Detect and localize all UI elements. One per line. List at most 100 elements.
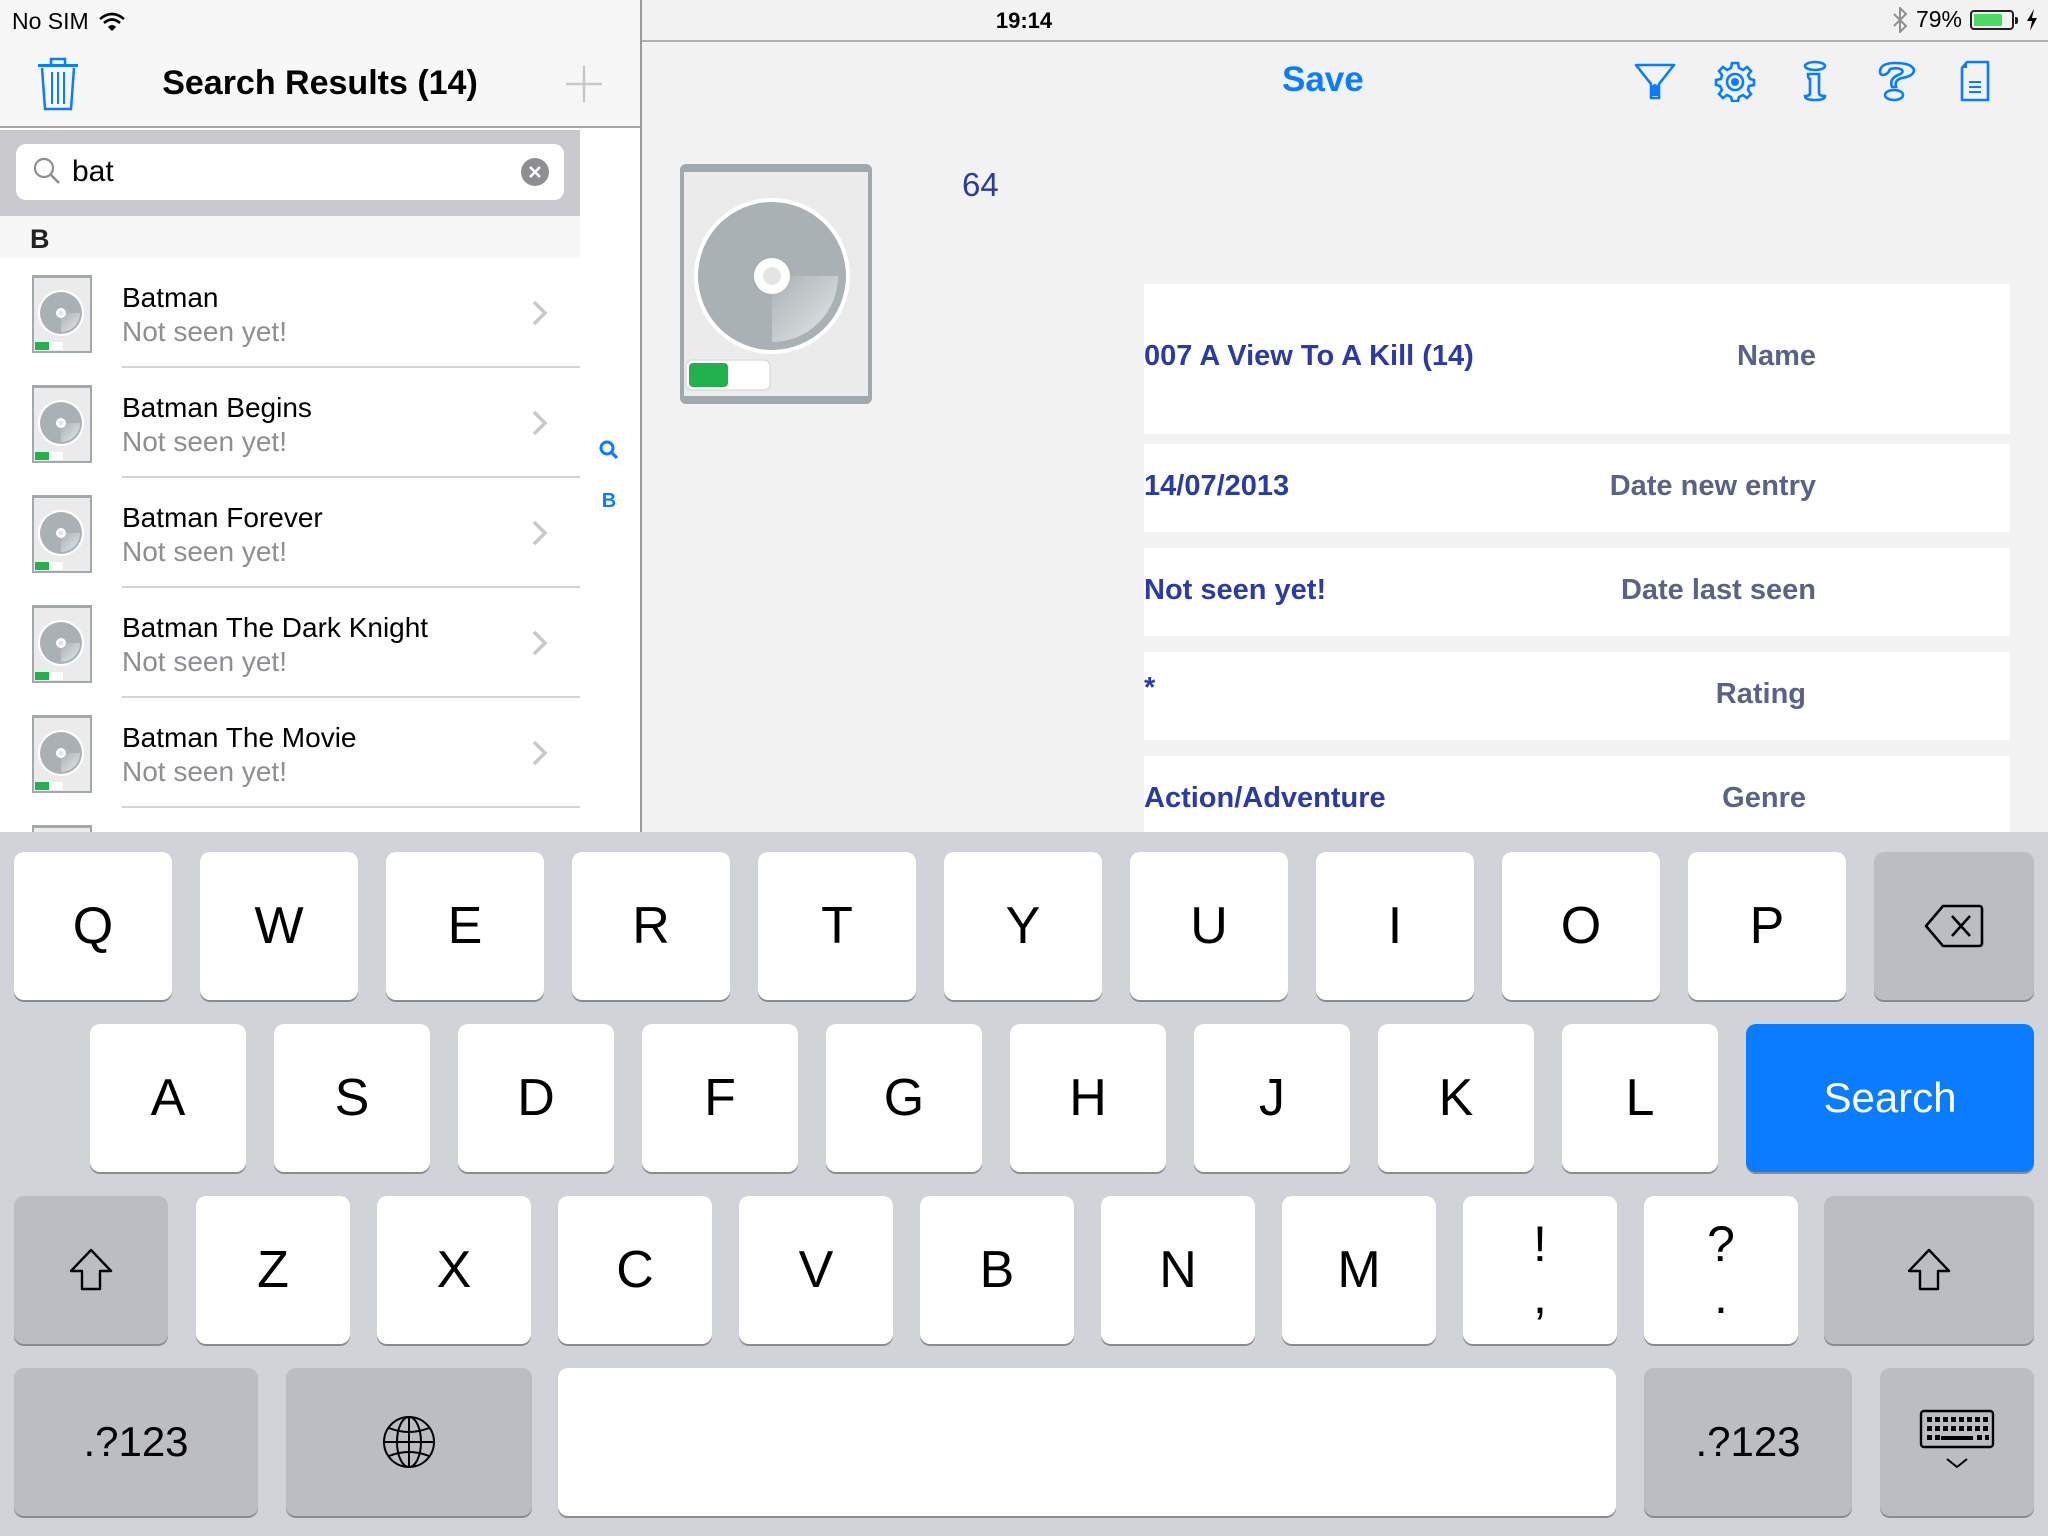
- key-top-char: !: [1533, 1216, 1547, 1272]
- info-button[interactable]: [1792, 58, 1838, 104]
- key-a[interactable]: A: [90, 1024, 246, 1172]
- index-letter-b[interactable]: B: [592, 490, 626, 540]
- key-r[interactable]: R: [572, 852, 730, 1000]
- key-x[interactable]: X: [377, 1196, 531, 1344]
- bluetooth-icon: [1893, 6, 1908, 33]
- key-z[interactable]: Z: [196, 1196, 350, 1344]
- disc-thumbnail-icon: [32, 715, 92, 793]
- key-m[interactable]: M: [1282, 1196, 1436, 1344]
- key-i[interactable]: I: [1316, 852, 1474, 1000]
- chevron-right-icon: [532, 300, 548, 326]
- list-item[interactable]: Batman Not seen yet!: [0, 258, 580, 368]
- field-value: Not seen yet!: [1144, 574, 1327, 606]
- shift-key-left[interactable]: [14, 1196, 168, 1344]
- search-input[interactable]: [72, 148, 512, 196]
- detail-toolbar: [1632, 58, 1998, 104]
- filter-button[interactable]: [1632, 58, 1678, 104]
- backspace-icon: [1924, 904, 1984, 948]
- key-u[interactable]: U: [1130, 852, 1288, 1000]
- list-item-subtitle: Not seen yet!: [122, 426, 287, 457]
- key-b[interactable]: B: [920, 1196, 1074, 1344]
- ipad-screen: Search Results (14) bat B Batman Not see…: [0, 0, 2048, 1536]
- key-l[interactable]: L: [1562, 1024, 1718, 1172]
- key-top-char: ?: [1707, 1216, 1735, 1272]
- battery-icon: [1970, 9, 2018, 30]
- field-label: Date new entry: [1609, 470, 1816, 502]
- clear-icon: [529, 166, 541, 178]
- clear-search-button[interactable]: [521, 158, 549, 186]
- list-item-title: Batman The Dark Knight: [122, 612, 429, 643]
- list-item[interactable]: Batman The Movie Not seen yet!: [0, 698, 580, 808]
- settings-button[interactable]: [1712, 58, 1758, 104]
- chevron-right-icon: [532, 740, 548, 766]
- search-icon: [33, 157, 60, 184]
- key-n[interactable]: N: [1101, 1196, 1255, 1344]
- disc-thumbnail-icon: [32, 605, 92, 683]
- shift-icon: [1907, 1248, 1951, 1291]
- space-key[interactable]: [558, 1368, 1616, 1516]
- globe-key[interactable]: [286, 1368, 532, 1516]
- document-icon: [1960, 60, 1990, 102]
- info-icon: [1803, 60, 1827, 102]
- list-item[interactable]: Batman Begins Not seen yet!: [0, 368, 580, 478]
- search-icon: [599, 440, 619, 460]
- results-list: Batman Not seen yet! Batman Begins Not s…: [0, 258, 580, 918]
- key-o[interactable]: O: [1502, 852, 1660, 1000]
- field-value: 14/07/2013: [1144, 470, 1290, 502]
- cover-image[interactable]: [680, 164, 872, 404]
- key-exclaim-comma[interactable]: ! ,: [1463, 1196, 1617, 1344]
- search-bar: [0, 130, 580, 216]
- charging-bolt-icon: [2027, 8, 2037, 31]
- list-item[interactable]: Batman The Dark Knight Not seen yet!: [0, 588, 580, 698]
- key-j[interactable]: J: [1194, 1024, 1350, 1172]
- document-button[interactable]: [1952, 58, 1998, 104]
- search-field-container: [16, 144, 564, 200]
- section-header: B: [0, 216, 580, 258]
- key-bottom-char: ,: [1533, 1268, 1547, 1324]
- key-y[interactable]: Y: [944, 852, 1102, 1000]
- key-k[interactable]: K: [1378, 1024, 1534, 1172]
- clock: 19:14: [995, 8, 1053, 33]
- key-s[interactable]: S: [274, 1024, 430, 1172]
- key-g[interactable]: G: [826, 1024, 982, 1172]
- key-h[interactable]: H: [1010, 1024, 1166, 1172]
- field-value: *: [1144, 672, 1156, 704]
- field-label: Rating: [1715, 678, 1806, 710]
- key-e[interactable]: E: [386, 852, 544, 1000]
- record-id: 64: [962, 166, 999, 203]
- help-button[interactable]: [1872, 58, 1918, 104]
- key-d[interactable]: D: [458, 1024, 614, 1172]
- search-results-title: Search Results (14): [162, 64, 478, 102]
- help-icon: [1878, 61, 1916, 102]
- list-item-subtitle: Not seen yet!: [122, 756, 287, 787]
- save-button[interactable]: Save: [1282, 60, 1364, 100]
- dismiss-keyboard-key[interactable]: [1880, 1368, 2034, 1516]
- key-f[interactable]: F: [642, 1024, 798, 1172]
- shift-key-right[interactable]: [1824, 1196, 2034, 1344]
- list-item-title: Batman The Movie: [122, 722, 357, 753]
- key-p[interactable]: P: [1688, 852, 1846, 1000]
- battery-level-fill: [1974, 13, 2003, 26]
- globe-icon: [383, 1416, 435, 1468]
- filter-icon: [1634, 63, 1676, 100]
- key-c[interactable]: C: [558, 1196, 712, 1344]
- index-search-item[interactable]: [592, 440, 626, 490]
- list-item[interactable]: Batman Forever Not seen yet!: [0, 478, 580, 588]
- key-bottom-char: .: [1714, 1268, 1728, 1324]
- numbers-key-right[interactable]: .?123: [1644, 1368, 1852, 1516]
- onscreen-keyboard: Q W E R T Y U I O P A S D F G H J K L Se…: [0, 832, 2048, 1536]
- backspace-key[interactable]: [1874, 852, 2034, 1000]
- list-item-title: Batman Forever: [122, 502, 323, 533]
- key-question-period[interactable]: ? .: [1644, 1196, 1798, 1344]
- key-t[interactable]: T: [758, 852, 916, 1000]
- keyboard-dismiss-icon: [1919, 1409, 1995, 1469]
- numbers-key-left[interactable]: .?123: [14, 1368, 258, 1516]
- key-w[interactable]: W: [200, 852, 358, 1000]
- search-key[interactable]: Search: [1746, 1024, 2034, 1172]
- key-v[interactable]: V: [739, 1196, 893, 1344]
- master-navbar: Search Results (14): [0, 40, 640, 128]
- section-index[interactable]: B: [592, 440, 626, 540]
- list-item-title: Batman Begins: [122, 392, 312, 423]
- add-button[interactable]: [562, 62, 606, 106]
- key-q[interactable]: Q: [14, 852, 172, 1000]
